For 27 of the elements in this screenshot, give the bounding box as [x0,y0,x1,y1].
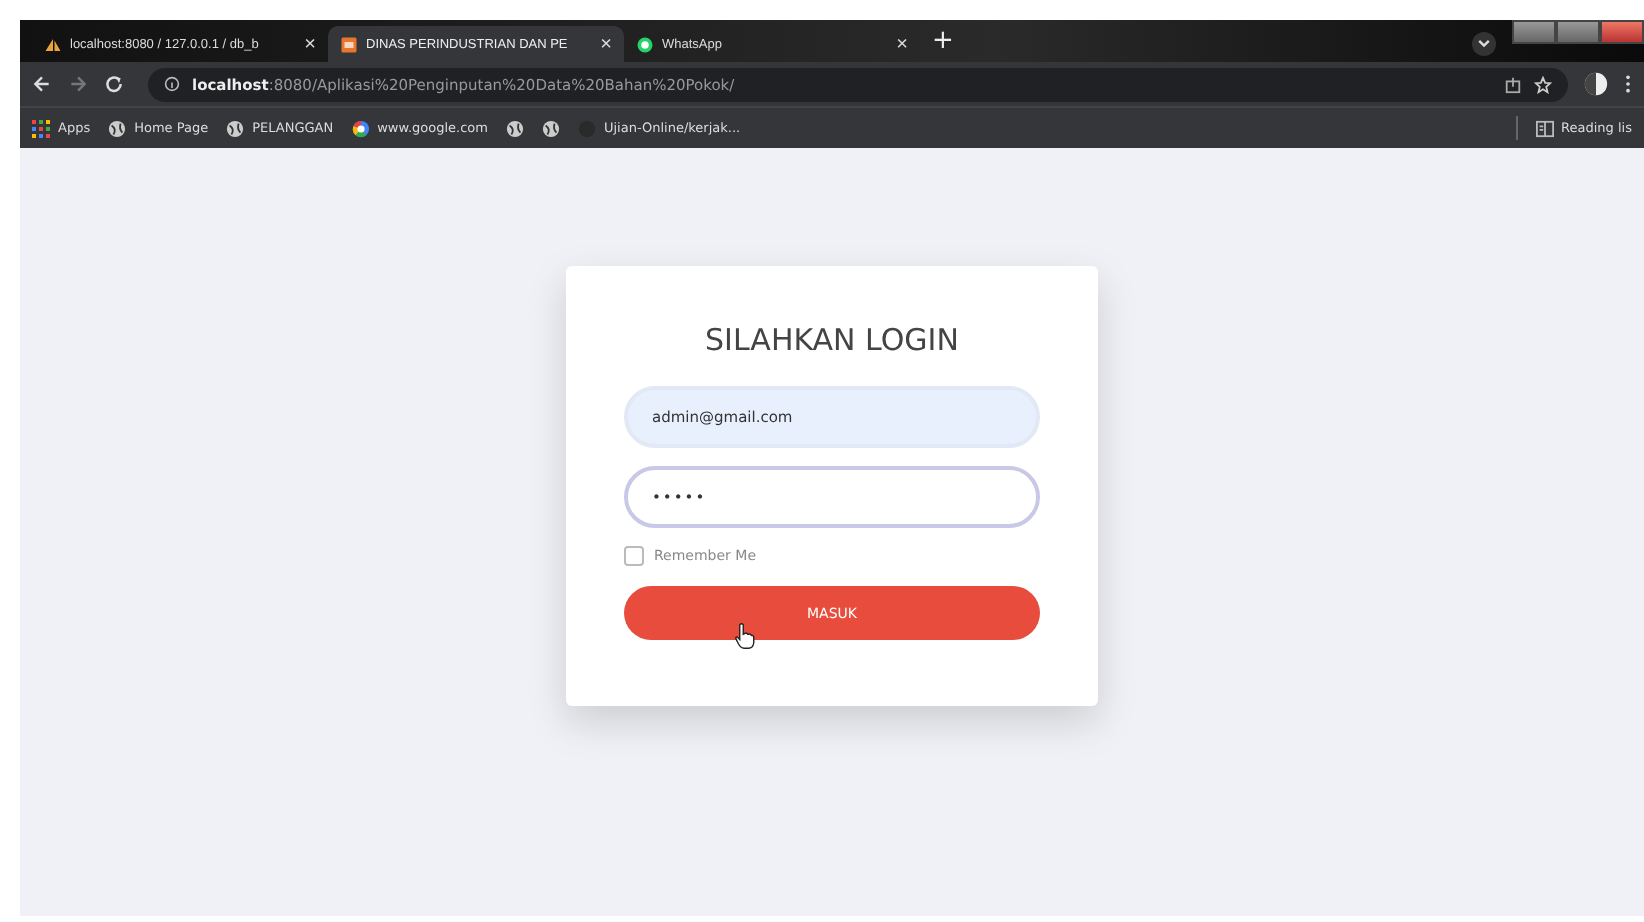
globe-icon [108,119,127,137]
hand-cursor-icon [734,622,756,650]
globe-icon[interactable] [541,119,560,137]
apps-grid-icon [32,119,50,137]
reading-list-icon [1535,119,1554,137]
chat-bubble-icon [636,35,654,53]
profile-avatar-icon[interactable] [1584,72,1608,96]
forward-icon[interactable] [68,74,88,94]
close-icon[interactable]: × [600,33,612,55]
new-tab-icon[interactable]: + [932,26,954,58]
share-icon[interactable] [1504,75,1522,93]
star-icon[interactable] [1534,75,1552,93]
info-icon [164,76,180,92]
remember-checkbox[interactable] [624,546,644,566]
tab-search-icon[interactable] [1472,32,1496,56]
google-logo-icon [351,119,370,137]
menu-icon[interactable] [1624,74,1632,94]
login-title: SILAHKAN LOGIN [705,322,959,358]
back-icon[interactable] [32,74,52,94]
tab-logo-icon [340,35,358,53]
sail-icon [44,35,62,53]
reload-icon[interactable] [104,74,124,94]
close-icon[interactable]: × [304,33,316,55]
close-icon[interactable]: × [896,33,908,55]
window-controls[interactable] [1512,20,1644,42]
globe-icon[interactable] [505,119,524,137]
globe-icon [226,119,245,137]
